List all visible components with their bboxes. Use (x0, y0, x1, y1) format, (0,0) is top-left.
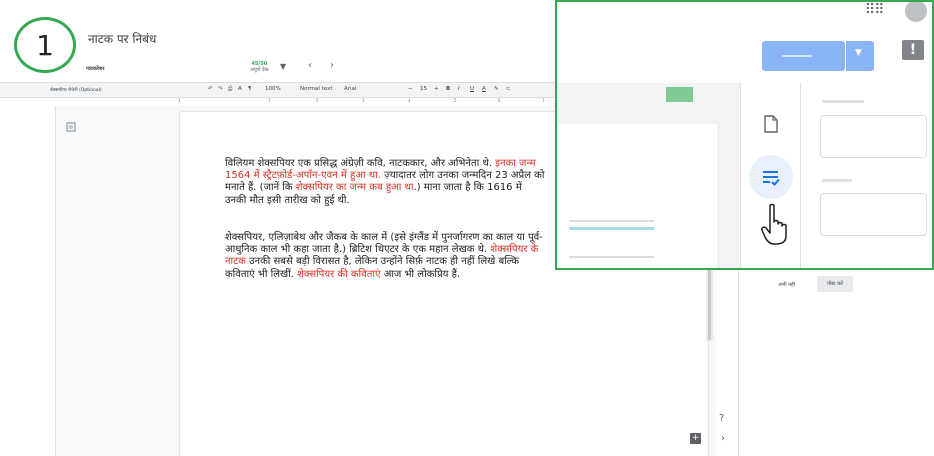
file-icon[interactable] (764, 115, 778, 133)
paragraph-text: आज भी लोकप्रिय हैं. (380, 268, 461, 280)
scrollbar-thumb[interactable] (708, 260, 711, 340)
inset-document-page (557, 124, 717, 268)
previous-icon[interactable]: ‹ (308, 60, 312, 71)
spellcheck-icon[interactable]: A (238, 86, 242, 92)
report-icon[interactable]: ! (902, 40, 924, 60)
underline-icon[interactable]: U (470, 86, 474, 92)
avatar[interactable] (905, 2, 927, 22)
inset-text-line (569, 227, 654, 230)
font-size-field[interactable]: 15 (420, 86, 427, 92)
add-icon[interactable]: + (690, 433, 701, 444)
italic-icon[interactable]: I (458, 86, 460, 92)
inset-right-panel (800, 83, 932, 268)
turn-in-button[interactable] (762, 41, 845, 71)
apps-grid-icon[interactable]: ⠿⠿ (865, 2, 884, 18)
bold-icon[interactable]: B (446, 86, 450, 92)
ruler-number: 1 (268, 98, 271, 103)
font-size-decrease-icon[interactable]: − (408, 86, 413, 92)
essay-paragraph-1[interactable]: विलियम शेक्सपियर एक प्रसिद्ध अंग्रेज़ी क… (225, 158, 545, 207)
paint-format-icon[interactable]: ¶ (248, 86, 252, 92)
highlighted-text: शेक्सपियर की कविताएं (297, 268, 381, 280)
redo-icon[interactable]: ↷ (218, 86, 223, 92)
score-label: अपूर्ण देख (250, 67, 269, 73)
not-now-link[interactable]: अभी नहीं (778, 282, 795, 288)
hand-pointer-icon (761, 203, 787, 245)
ruler-number: 1 (178, 98, 181, 103)
chevron-down-icon: ▼ (855, 48, 862, 58)
font-select[interactable]: Arial (344, 86, 356, 92)
rubric-icon (763, 171, 780, 186)
ruler-number: 7 (542, 98, 545, 103)
step-number-badge: 1 (14, 17, 76, 73)
outline-icon[interactable] (66, 122, 76, 132)
highlighted-text: शेक्सपियर का जन्म कब हुआ था (295, 182, 414, 194)
zoom-select[interactable]: 100% (265, 86, 281, 92)
side-panel-divider (738, 270, 739, 456)
ruler-number: 2 (316, 98, 319, 103)
ruler-number: 6 (498, 98, 501, 103)
inset-placeholder-line (822, 100, 864, 103)
text-color-icon[interactable]: A (482, 86, 486, 92)
document-subtitle: पाठकरेशर (86, 66, 105, 72)
style-select[interactable]: Normal text (300, 86, 333, 92)
document-title: नाटक पर निबंध (88, 32, 157, 46)
inset-rubric-box[interactable] (820, 115, 927, 158)
ruler-number: 3 (362, 98, 365, 103)
inset-green-block (666, 87, 693, 102)
chevron-right-icon[interactable]: › (721, 433, 725, 444)
score-dropdown-icon[interactable]: ▼ (280, 62, 286, 71)
inset-text-line (569, 256, 654, 258)
print-icon[interactable]: ⎙ (228, 86, 232, 93)
inset-text-line (569, 220, 654, 222)
paragraph-text: विलियम शेक्सपियर एक प्रसिद्ध अंग्रेज़ी क… (225, 158, 496, 169)
ruler-number: 4 (408, 98, 411, 103)
undo-icon[interactable]: ↶ (208, 86, 213, 92)
link-icon[interactable]: ⊂ (506, 86, 511, 92)
vertical-ruler (50, 106, 56, 456)
ruler-number: 5 (454, 98, 457, 103)
toolbar-file-label: शेक्सपीयर रोचेनी (Optional) (50, 88, 102, 93)
font-size-increase-icon[interactable]: + (434, 86, 439, 92)
zoom-inset: ⠿⠿ ▼ ! (555, 0, 934, 270)
help-icon[interactable]: ? (719, 413, 724, 424)
inset-rubric-box[interactable] (820, 193, 927, 236)
post-button[interactable]: पोस्ट करें (817, 276, 853, 292)
next-icon[interactable]: › (330, 60, 334, 71)
turn-in-dropdown[interactable]: ▼ (846, 41, 874, 71)
essay-paragraph-2[interactable]: शेक्सपियर, एलिज़ाबेथ और जैकब के काल में … (225, 232, 545, 281)
highlight-icon[interactable]: ✎ (494, 86, 499, 92)
inset-placeholder-line (822, 179, 852, 182)
score-display[interactable]: 45/50 अपूर्ण देख (250, 61, 269, 73)
